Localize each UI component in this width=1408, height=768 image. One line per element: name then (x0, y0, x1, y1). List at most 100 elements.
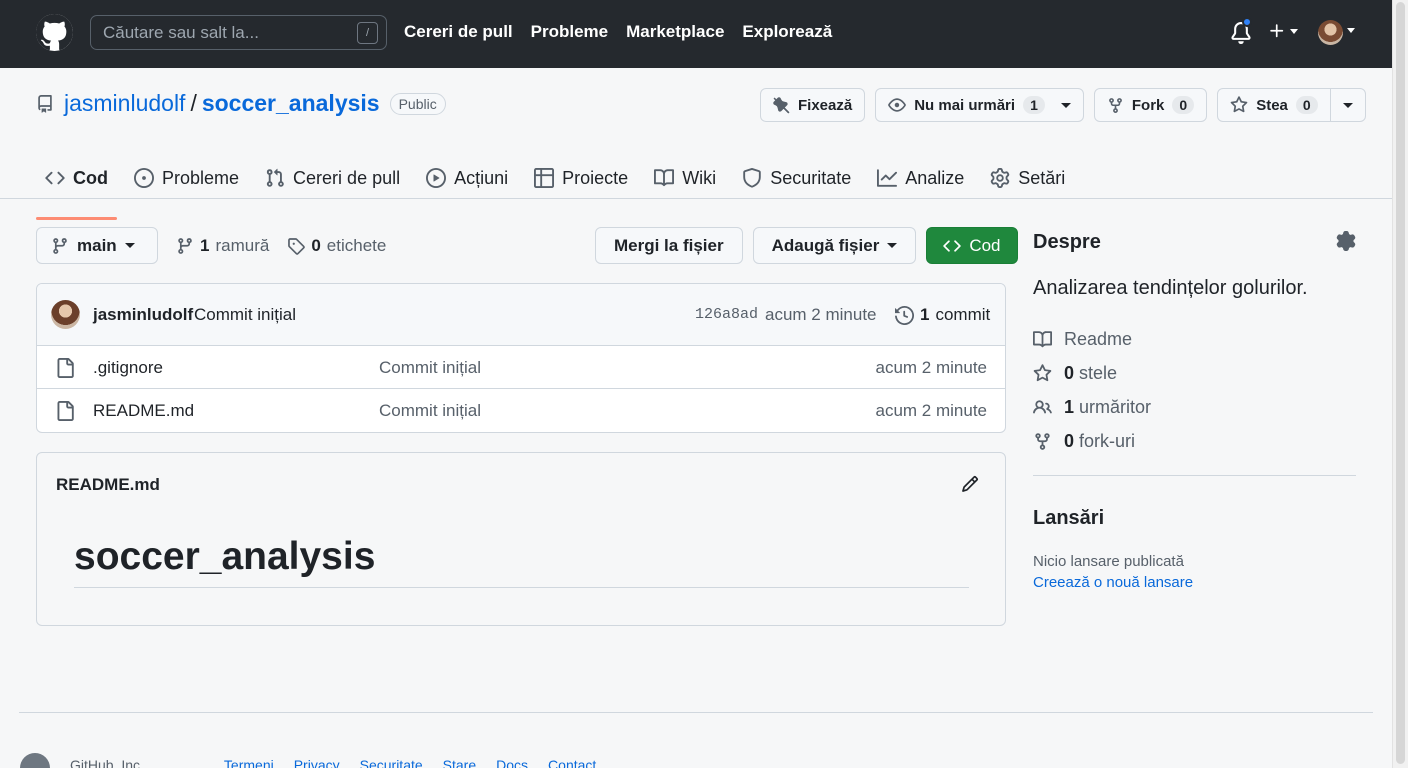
commit-sha[interactable]: 126a8ad (695, 306, 758, 323)
code-button[interactable]: Cod (926, 227, 1018, 264)
divider (1033, 475, 1356, 476)
footer-link-status[interactable]: Stare (443, 757, 476, 768)
footer-link-security[interactable]: Securitate (360, 757, 423, 768)
search-shortcut-key: / (357, 22, 378, 44)
stars-link[interactable]: 0 stele (1033, 356, 1151, 390)
avatar[interactable] (51, 300, 80, 329)
tab-settings[interactable]: Setări (981, 158, 1074, 198)
pin-button[interactable]: Fixează (760, 88, 866, 122)
repo-header: jasminludolf / soccer_analysis Public Fi… (0, 68, 1392, 220)
commit-message[interactable]: Commit inițial (194, 305, 296, 325)
repo-name-link[interactable]: soccer_analysis (202, 90, 380, 117)
about-stats: Readme 0 stele 1 urmăritor 0 fork-uri (1033, 322, 1151, 458)
file-commit-message[interactable]: Commit inițial (379, 358, 481, 378)
file-name[interactable]: README.md (93, 401, 194, 421)
github-logo-icon[interactable] (36, 14, 73, 51)
add-file-button[interactable]: Adaugă fișier (752, 227, 917, 264)
issue-icon (134, 168, 154, 188)
tab-insights[interactable]: Analize (868, 158, 973, 198)
file-row[interactable]: README.md Commit inițial acum 2 minute (37, 389, 1005, 432)
repo-tabs: Cod Probleme Cereri de pull Acțiuni Proi… (36, 158, 1074, 220)
star-icon (1033, 363, 1052, 381)
search-input[interactable] (103, 22, 353, 44)
search-box[interactable]: / (90, 15, 387, 50)
about-title: Despre (1033, 231, 1101, 253)
repo-separator: / (190, 90, 197, 116)
top-nav-marketplace[interactable]: Marketplace (626, 22, 724, 42)
branches-link[interactable]: 1 ramură (176, 236, 269, 256)
repo-owner-link[interactable]: jasminludolf (64, 90, 185, 117)
scrollbar-thumb[interactable] (1396, 2, 1405, 764)
branch-name: main (77, 235, 117, 255)
tab-actions[interactable]: Acțiuni (417, 158, 517, 198)
pencil-icon[interactable] (961, 475, 979, 493)
branch-icon (53, 237, 67, 254)
global-header: / Cereri de pull Probleme Marketplace Ex… (0, 0, 1392, 68)
visibility-badge: Public (389, 92, 446, 115)
star-list-dropdown[interactable] (1329, 89, 1365, 121)
forks-label: fork-uri (1079, 430, 1136, 451)
unwatch-label: Nu mai urmări (914, 96, 1016, 114)
branch-selector[interactable]: main (36, 227, 158, 264)
create-release-link[interactable]: Creează o nouă lansare (1033, 574, 1193, 591)
tab-issues[interactable]: Probleme (125, 158, 248, 198)
releases-empty-text: Nicio lansare publicată (1033, 553, 1184, 570)
top-nav: Cereri de pull Probleme Marketplace Expl… (404, 22, 832, 42)
pin-slash-icon (773, 96, 790, 113)
branch-count: 1 (200, 236, 210, 255)
footer-link-contact[interactable]: Contact (548, 757, 596, 768)
scrollbar[interactable] (1392, 0, 1408, 768)
tab-code[interactable]: Cod (36, 158, 117, 220)
notification-dot (1242, 17, 1252, 27)
pull-request-icon (266, 168, 284, 187)
forks-link[interactable]: 0 fork-uri (1033, 424, 1151, 458)
top-nav-issues[interactable]: Probleme (531, 22, 608, 42)
commit-author[interactable]: jasminludolf (93, 305, 193, 325)
book-icon (654, 169, 675, 187)
user-avatar[interactable] (1318, 20, 1343, 45)
go-to-file-button[interactable]: Mergi la fișier (595, 227, 743, 264)
tab-wiki[interactable]: Wiki (645, 158, 725, 198)
readme-filename[interactable]: README.md (56, 475, 160, 495)
file-commit-message[interactable]: Commit inițial (379, 401, 481, 421)
file-name[interactable]: .gitignore (93, 358, 163, 378)
repo-icon (38, 94, 52, 113)
readme-link[interactable]: Readme (1033, 322, 1151, 356)
chevron-down-icon (1290, 28, 1298, 34)
top-nav-explore[interactable]: Explorează (742, 22, 832, 42)
file-commit-time: acum 2 minute (875, 358, 988, 377)
footer-link-terms[interactable]: Termeni (224, 757, 274, 768)
tab-label: Securitate (770, 167, 852, 188)
stars-count: 0 (1064, 362, 1075, 383)
footer-link-privacy[interactable]: Privacy (294, 757, 340, 768)
tags-link[interactable]: 0 etichete (287, 236, 386, 256)
unwatch-button[interactable]: Nu mai urmări 1 (875, 88, 1084, 122)
chevron-down-icon (1060, 102, 1071, 108)
file-row[interactable]: .gitignore Commit inițial acum 2 minute (37, 346, 1005, 389)
tab-pull-requests[interactable]: Cereri de pull (256, 158, 409, 198)
footer-link-docs[interactable]: Docs (496, 757, 528, 768)
fork-label: Fork (1131, 96, 1165, 114)
releases-title[interactable]: Lansări (1033, 507, 1104, 530)
file-list: jasminludolf Commit inițial 126a8ad acum… (36, 283, 1006, 433)
tab-projects[interactable]: Proiecte (525, 158, 637, 198)
watchers-link[interactable]: 1 urmăritor (1033, 390, 1151, 424)
tag-icon (288, 238, 306, 255)
repo-actions: Fixează Nu mai urmări 1 Fork 0 Stea 0 (760, 88, 1366, 122)
tab-label: Wiki (682, 167, 717, 188)
tab-security[interactable]: Securitate (733, 158, 860, 198)
repo-title: jasminludolf / soccer_analysis Public (36, 90, 446, 117)
top-nav-pull-requests[interactable]: Cereri de pull (404, 22, 513, 42)
gear-icon[interactable] (1336, 231, 1356, 251)
star-button[interactable]: Stea 0 (1218, 89, 1329, 121)
chevron-down-icon (1347, 28, 1355, 33)
fork-button[interactable]: Fork 0 (1093, 88, 1208, 122)
branch-count-label: ramură (215, 236, 270, 255)
create-new-button[interactable] (1268, 22, 1298, 40)
github-logo-icon[interactable] (20, 753, 50, 768)
pin-label: Fixează (798, 96, 853, 114)
footer: GitHub, Inc. Termeni Privacy Securitate … (20, 753, 596, 768)
history-icon (895, 305, 914, 325)
commit-history-link[interactable]: 1 commit (895, 305, 990, 325)
eye-icon (888, 98, 907, 112)
